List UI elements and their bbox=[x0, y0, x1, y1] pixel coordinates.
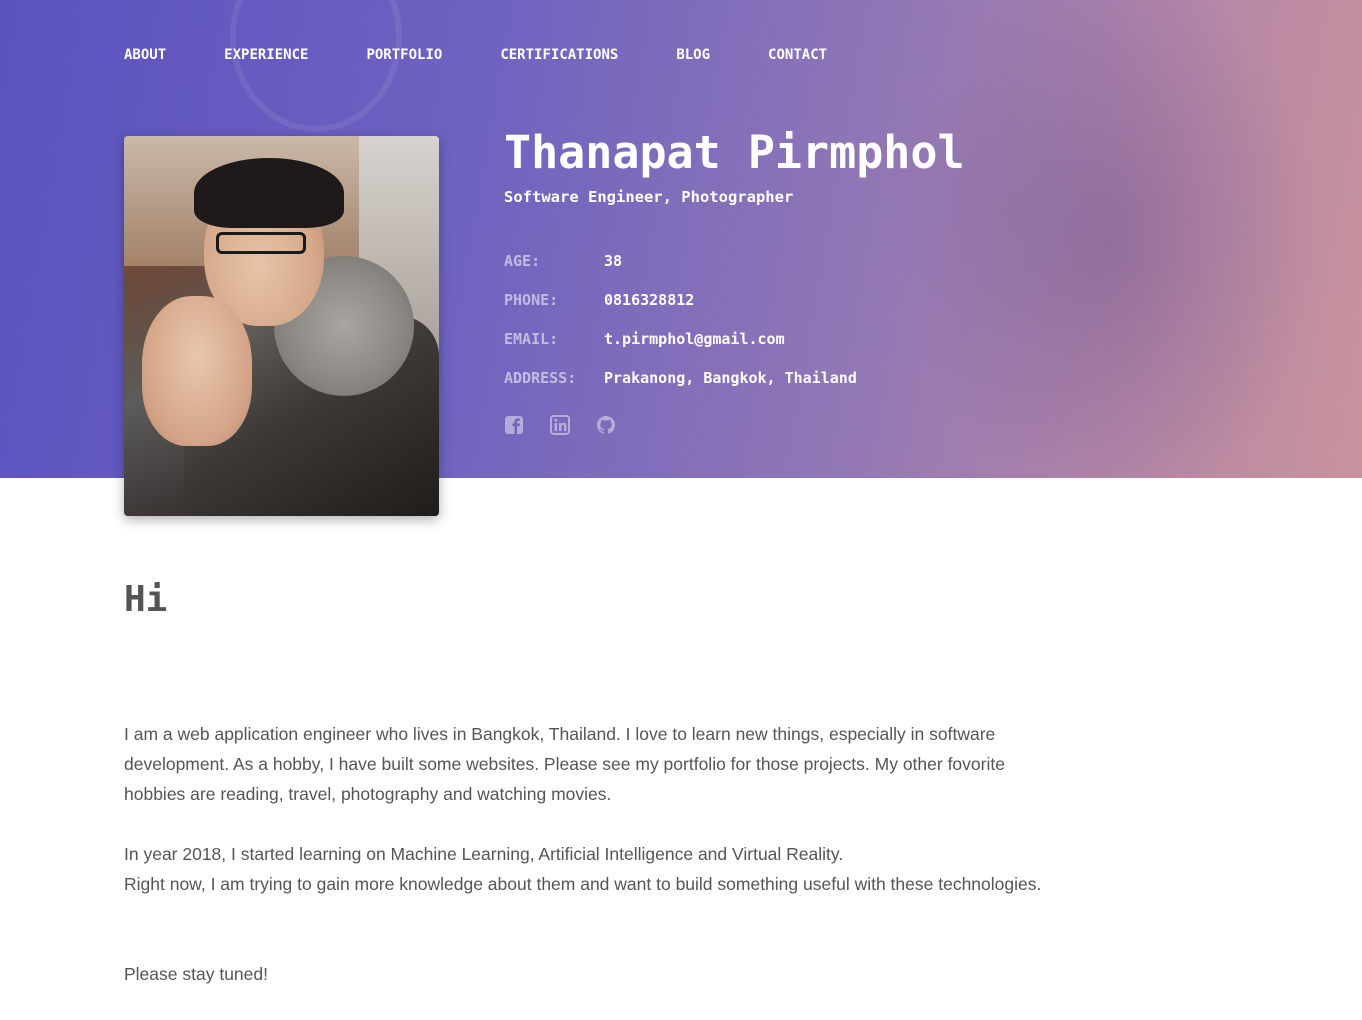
about-paragraph-2-line-2: Right now, I am trying to gain more know… bbox=[124, 874, 1042, 894]
info-value-age: 38 bbox=[604, 252, 623, 270]
main-nav: ABOUT EXPERIENCE PORTFOLIO CERTIFICATION… bbox=[124, 47, 827, 63]
nav-blog[interactable]: BLOG bbox=[676, 47, 710, 63]
hero-background-lamp bbox=[230, 0, 402, 132]
info-label: AGE: bbox=[504, 252, 541, 270]
linkedin-icon[interactable] bbox=[550, 414, 570, 436]
nav-about[interactable]: ABOUT bbox=[124, 47, 166, 63]
info-value-phone: 0816328812 bbox=[604, 291, 695, 309]
info-label: PHONE: bbox=[504, 291, 559, 309]
nav-portfolio[interactable]: PORTFOLIO bbox=[366, 47, 442, 63]
info-row-address: ADDRESS: Prakanong, Bangkok, Thailand bbox=[504, 369, 857, 408]
profile-subtitle: Software Engineer, Photographer bbox=[504, 188, 794, 206]
nav-experience[interactable]: EXPERIENCE bbox=[224, 47, 308, 63]
info-row-phone: PHONE: 0816328812 bbox=[504, 291, 857, 330]
info-label: ADDRESS: bbox=[504, 369, 577, 387]
info-value-address: Prakanong, Bangkok, Thailand bbox=[604, 369, 857, 387]
facebook-icon[interactable] bbox=[504, 414, 524, 436]
info-row-age: AGE: 38 bbox=[504, 252, 857, 291]
about-paragraph-1: I am a web application engineer who live… bbox=[124, 724, 1005, 804]
social-links bbox=[504, 414, 616, 436]
profile-name: Thanapat Pirmphol bbox=[504, 126, 965, 179]
info-value-email: t.pirmphol@gmail.com bbox=[604, 330, 785, 348]
info-label: EMAIL: bbox=[504, 330, 559, 348]
profile-photo bbox=[124, 136, 439, 516]
profile-info-list: AGE: 38 PHONE: 0816328812 EMAIL: t.pirmp… bbox=[504, 252, 857, 408]
github-icon[interactable] bbox=[596, 414, 616, 436]
about-paragraph-2-line-1: In year 2018, I started learning on Mach… bbox=[124, 844, 844, 864]
about-paragraph-3: Please stay tuned! bbox=[124, 964, 268, 984]
info-row-email: EMAIL: t.pirmphol@gmail.com bbox=[504, 330, 857, 369]
hero-background-shade bbox=[902, 0, 1322, 478]
nav-certifications[interactable]: CERTIFICATIONS bbox=[500, 47, 618, 63]
nav-contact[interactable]: CONTACT bbox=[768, 47, 827, 63]
about-heading: Hi bbox=[124, 579, 168, 620]
